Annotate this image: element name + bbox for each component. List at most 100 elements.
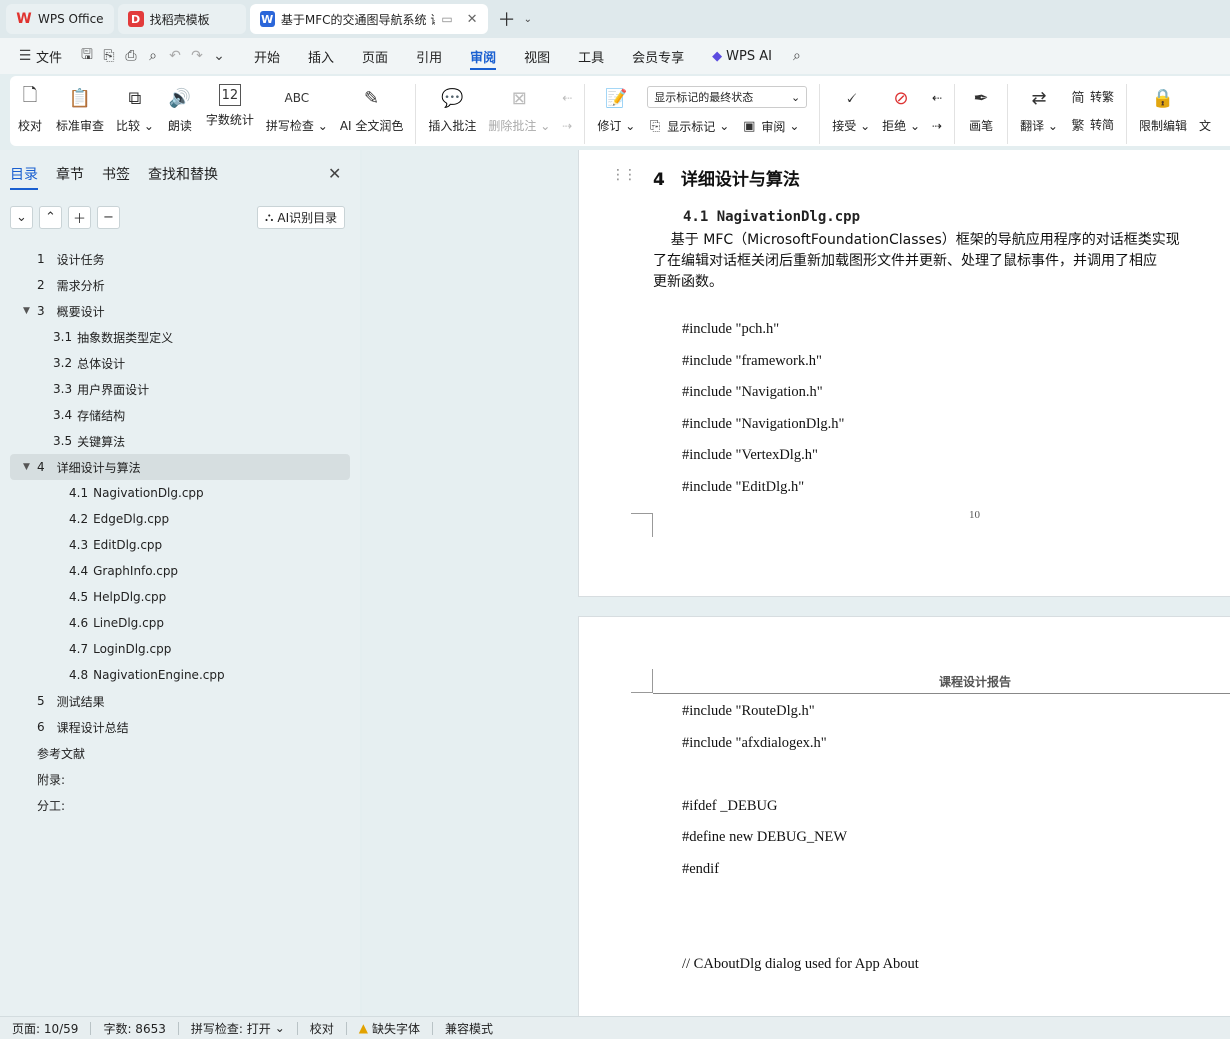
- next-comment-icon[interactable]: ⇢: [562, 116, 572, 136]
- tab-bookmarks[interactable]: 书签: [102, 164, 130, 184]
- menu-home[interactable]: 开始: [240, 38, 294, 74]
- review-pane-button[interactable]: ▣ 审阅 ⌄: [741, 116, 799, 136]
- toc-item[interactable]: 4.7 LoginDlg.cpp: [10, 636, 350, 662]
- tab-chapters[interactable]: 章节: [56, 164, 84, 184]
- add-icon[interactable]: ＋: [68, 206, 91, 229]
- redo-icon[interactable]: ↷: [186, 48, 208, 64]
- toc-item[interactable]: 4.8 NagivationEngine.cpp: [10, 662, 350, 688]
- spell-check-button[interactable]: ABC 拼写检查 ⌄: [260, 84, 334, 134]
- word-count-indicator[interactable]: 字数: 8653: [91, 1020, 177, 1037]
- proofread-button[interactable]: 🗋 校对: [10, 84, 50, 134]
- toc-item[interactable]: 3.1 抽象数据类型定义: [10, 324, 350, 350]
- minus-icon[interactable]: −: [97, 206, 120, 229]
- drag-handle-icon[interactable]: ⋮⋮: [611, 167, 637, 183]
- code-line: #define new DEBUG_NEW: [682, 829, 848, 845]
- toc-item[interactable]: 4.6 LineDlg.cpp: [10, 610, 350, 636]
- toc-item[interactable]: 4.3 EditDlg.cpp: [10, 532, 350, 558]
- tab-docer[interactable]: D 找稻壳模板: [117, 4, 246, 34]
- reject-button[interactable]: ⊘ 拒绝 ⌄: [876, 84, 926, 134]
- expand-caret-icon[interactable]: ▼: [23, 306, 30, 316]
- wps-ai-icon: ◆: [712, 48, 723, 64]
- toc-item[interactable]: 4.2 EdgeDlg.cpp: [10, 506, 350, 532]
- undo-icon[interactable]: ↶: [164, 48, 186, 64]
- expand-down-icon[interactable]: ⌄: [10, 206, 33, 229]
- toc-item[interactable]: 5 测试结果: [10, 688, 350, 714]
- toc-item[interactable]: 6 课程设计总结: [10, 714, 350, 740]
- toc-item[interactable]: 4.1 NagivationDlg.cpp: [10, 480, 350, 506]
- tab-find-replace[interactable]: 查找和替换: [148, 164, 218, 184]
- to-traditional-button[interactable]: 简转繁: [1070, 86, 1114, 106]
- toc-item[interactable]: 附录:: [10, 766, 350, 792]
- toc-item[interactable]: 3.2 总体设计: [10, 350, 350, 376]
- track-changes-button[interactable]: 📝 修订 ⌄: [591, 84, 641, 134]
- menu-insert[interactable]: 插入: [294, 38, 348, 74]
- restrict-edit-button[interactable]: 🔒 限制编辑: [1133, 84, 1193, 134]
- menu-view[interactable]: 视图: [510, 38, 564, 74]
- read-aloud-button[interactable]: 🔊 朗读: [160, 84, 200, 134]
- hamburger-icon[interactable]: ☰: [14, 48, 36, 64]
- prev-comment-icon[interactable]: ⇠: [562, 88, 572, 108]
- chevron-down-icon[interactable]: ⌄: [524, 14, 532, 25]
- missing-font-label: 缺失字体: [372, 1021, 421, 1036]
- compare-button[interactable]: ⧉ 比较 ⌄: [110, 84, 160, 134]
- toc-item[interactable]: 分工:: [10, 792, 350, 818]
- more-ribbon-button[interactable]: 文: [1193, 84, 1217, 134]
- menu-wps-ai[interactable]: ◆ WPS AI: [698, 38, 786, 74]
- expand-caret-icon[interactable]: ▼: [23, 462, 30, 472]
- standard-review-button[interactable]: 📋 标准审查: [50, 84, 110, 134]
- tab-wps-office[interactable]: W WPS Office: [6, 4, 114, 34]
- toc-number: 3.1: [53, 330, 73, 344]
- collapse-up-icon[interactable]: ⌃: [39, 206, 62, 229]
- tab-label: 找稻壳模板: [149, 12, 210, 27]
- close-tab-icon[interactable]: ✕: [467, 12, 478, 27]
- toc-item[interactable]: 参考文献: [10, 740, 350, 766]
- menu-page[interactable]: 页面: [348, 38, 402, 74]
- markup-state-select[interactable]: 显示标记的最终状态 ⌄: [647, 86, 808, 108]
- ai-toc-button[interactable]: ⛬ AI识别目录: [257, 206, 346, 229]
- menu-review[interactable]: 审阅: [456, 38, 510, 74]
- export-icon[interactable]: ⎘: [98, 48, 120, 64]
- proof-indicator[interactable]: 校对: [298, 1020, 346, 1037]
- chevron-down-icon: ⌄: [274, 1021, 285, 1035]
- delete-comment-button[interactable]: ⊠ 删除批注 ⌄: [482, 84, 556, 134]
- pen-button[interactable]: ✒ 画笔: [961, 84, 1001, 134]
- toc-item[interactable]: 3.5 关键算法: [10, 428, 350, 454]
- new-tab-icon[interactable]: ＋: [498, 6, 516, 32]
- missing-font-indicator[interactable]: ▲ 缺失字体: [347, 1020, 432, 1037]
- ai-polish-button[interactable]: ✎ AI 全文润色: [334, 84, 410, 134]
- translate-button[interactable]: ⇄ 翻译 ⌄: [1014, 84, 1064, 134]
- print-preview-icon[interactable]: ⌕: [142, 48, 164, 64]
- toc-title: 参考文献: [37, 746, 86, 761]
- toc-item[interactable]: ▼ 4 详细设计与算法: [10, 454, 350, 480]
- close-icon[interactable]: ✕: [328, 164, 341, 183]
- toc-item[interactable]: 2 需求分析: [10, 272, 350, 298]
- code-line: #include "VertexDlg.h": [682, 447, 818, 463]
- menu-reference[interactable]: 引用: [402, 38, 456, 74]
- save-icon[interactable]: 🖫: [76, 44, 98, 68]
- menu-tools[interactable]: 工具: [564, 38, 618, 74]
- toc-item[interactable]: ▼ 3 概要设计: [10, 298, 350, 324]
- accept-button[interactable]: 🗸 接受 ⌄: [826, 84, 876, 134]
- word-count-button[interactable]: 12 字数统计: [200, 84, 260, 128]
- traditional-icon: 简: [1071, 90, 1085, 106]
- spell-check-indicator[interactable]: 拼写检查: 打开 ⌄: [179, 1020, 297, 1037]
- more-chevron-icon[interactable]: ⌄: [208, 48, 230, 64]
- toc-item[interactable]: 4.5 HelpDlg.cpp: [10, 584, 350, 610]
- tab-toc[interactable]: 目录: [10, 164, 38, 190]
- menu-member[interactable]: 会员专享: [618, 38, 698, 74]
- toc-item[interactable]: 3.4 存储结构: [10, 402, 350, 428]
- page-indicator[interactable]: 页面: 10/59: [0, 1020, 90, 1037]
- print-icon[interactable]: ⎙: [120, 48, 142, 64]
- toc-item[interactable]: 4.4 GraphInfo.cpp: [10, 558, 350, 584]
- next-change-icon[interactable]: ⇢: [932, 116, 942, 136]
- heading-2: 4.1 NagivationDlg.cpp: [683, 209, 861, 225]
- prev-change-icon[interactable]: ⇠: [932, 88, 942, 108]
- tab-document[interactable]: W 基于MFC的交通图导航系统 课 ▭ ✕: [249, 4, 488, 34]
- toc-item[interactable]: 1 设计任务: [10, 246, 350, 272]
- menu-file[interactable]: 文件: [36, 47, 62, 66]
- insert-comment-button[interactable]: 💬 插入批注: [422, 84, 482, 134]
- to-simplified-button[interactable]: 繁转简: [1070, 114, 1114, 134]
- toc-item[interactable]: 3.3 用户界面设计: [10, 376, 350, 402]
- search-icon[interactable]: ⌕: [786, 48, 808, 64]
- show-markup-button[interactable]: ⎘ 显示标记 ⌄: [647, 116, 729, 136]
